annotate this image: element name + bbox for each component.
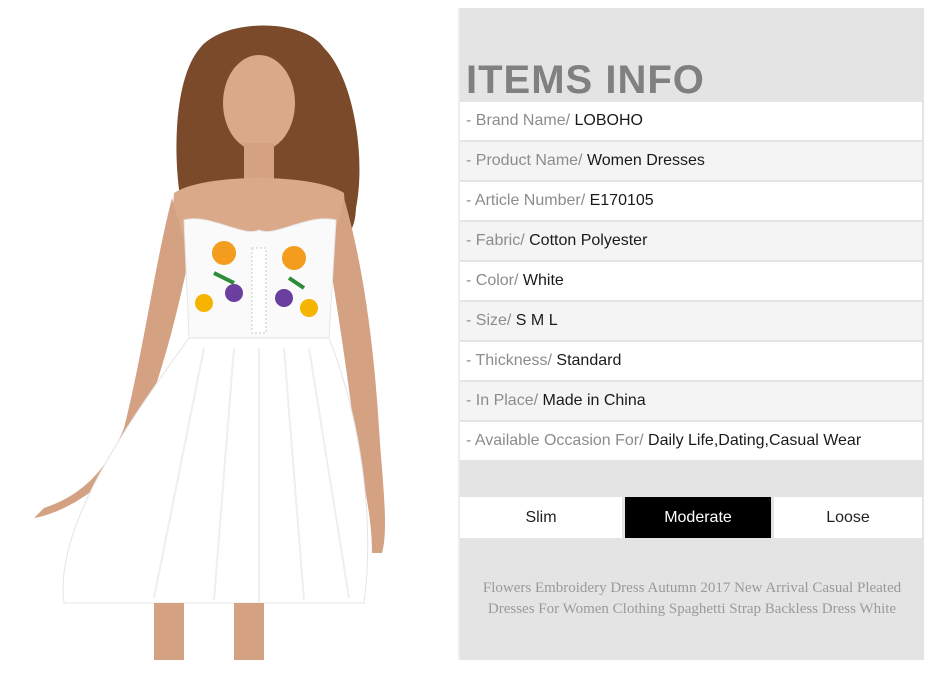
model-dress-illustration (4, 8, 458, 660)
fit-option-loose[interactable]: Loose (774, 497, 922, 538)
spec-value: Cotton Polyester (529, 232, 648, 249)
spec-list: - Brand Name/ LOBOHO - Product Name/ Wom… (460, 102, 922, 462)
spec-label: - Article Number/ (466, 192, 590, 209)
spec-label: - Available Occasion For/ (466, 432, 649, 449)
spec-row-available-occasion: - Available Occasion For/ Daily Life,Dat… (460, 422, 922, 460)
spec-value: S M L (515, 312, 558, 329)
spec-row-fabric: - Fabric/ Cotton Polyester (460, 222, 922, 260)
fit-option-slim[interactable]: Slim (460, 497, 622, 538)
spec-value: LOBOHO (574, 112, 643, 129)
spec-row-size: - Size/ S M L (460, 302, 922, 340)
product-photo (4, 8, 458, 660)
spec-row-color: - Color/ White (460, 262, 922, 300)
spec-value: E170105 (589, 192, 654, 209)
spec-label: - Thickness/ (466, 352, 557, 369)
items-info-panel: ITEMS INFO - Brand Name/ LOBOHO - Produc… (460, 8, 924, 660)
spec-value: White (522, 272, 564, 289)
fit-option-moderate[interactable]: Moderate (625, 497, 771, 538)
spec-value: Daily Life,Dating,Casual Wear (648, 432, 862, 449)
spec-label: - Fabric/ (466, 232, 530, 249)
spec-value: Women Dresses (586, 152, 705, 169)
spec-row-article-number: - Article Number/ E170105 (460, 182, 922, 220)
fit-selector: Slim Moderate Loose (460, 497, 922, 538)
spec-row-product-name: - Product Name/ Women Dresses (460, 142, 922, 180)
spec-row-in-place: - In Place/ Made in China (460, 382, 922, 420)
spec-value: Made in China (542, 392, 646, 409)
spec-label: - Product Name/ (466, 152, 587, 169)
spec-label: - Brand Name/ (466, 112, 575, 129)
spec-label: - Color/ (466, 272, 523, 289)
spec-row-brand-name: - Brand Name/ LOBOHO (460, 102, 922, 140)
spec-label: - In Place/ (466, 392, 543, 409)
items-info-title: ITEMS INFO (466, 58, 705, 102)
spec-row-thickness: - Thickness/ Standard (460, 342, 922, 380)
product-description: Flowers Embroidery Dress Autumn 2017 New… (482, 580, 902, 617)
spec-label: - Size/ (466, 312, 516, 329)
spec-value: Standard (556, 352, 622, 369)
